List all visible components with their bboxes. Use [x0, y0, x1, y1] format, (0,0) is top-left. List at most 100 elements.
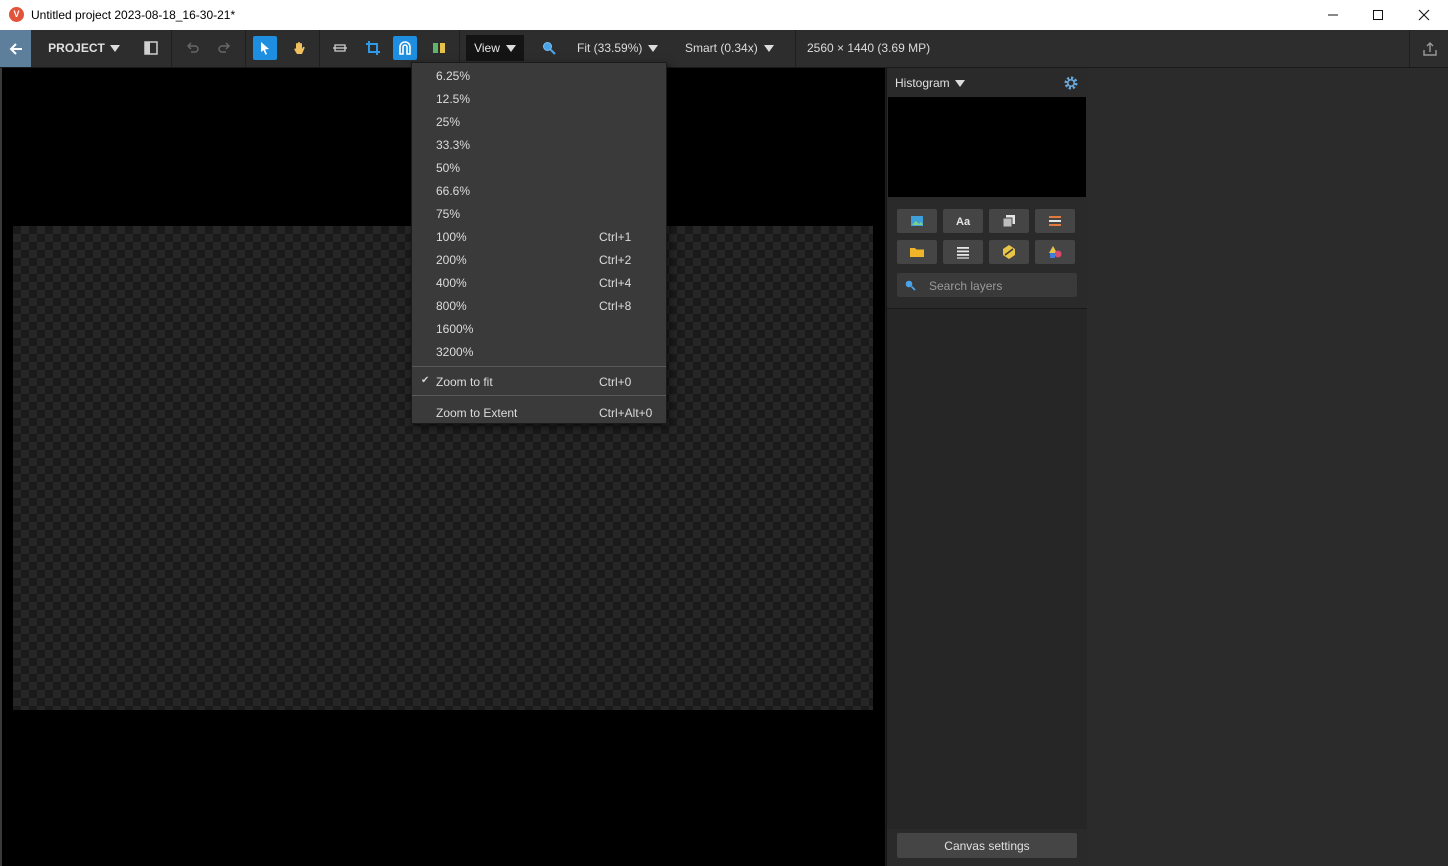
zoom-menu-item[interactable]: 50% [412, 156, 666, 179]
snapping-toggle-button[interactable] [393, 36, 417, 60]
shapes-icon [1049, 246, 1062, 258]
add-image-layer-button[interactable] [897, 209, 937, 233]
histogram-label: Histogram [895, 76, 950, 90]
zoom-menu-item[interactable]: 66.6% [412, 179, 666, 202]
pan-tool-button[interactable] [287, 36, 311, 60]
resampling-dropdown[interactable]: Smart (0.34x) [685, 41, 774, 55]
chevron-down-icon [648, 44, 659, 52]
app-logo-icon: V [9, 7, 24, 22]
compare-view-button[interactable] [427, 36, 451, 60]
split-view-icon [433, 43, 445, 53]
duplicate-layer-button[interactable] [989, 209, 1029, 233]
mask-icon [1003, 245, 1015, 259]
zoom-menu-item[interactable]: 25% [412, 110, 666, 133]
flip-icon [333, 44, 347, 52]
zoom-menu-item[interactable]: 33.3% [412, 133, 666, 156]
zoom-level-label: Fit (33.59%) [577, 41, 643, 55]
chevron-down-icon [109, 44, 120, 52]
zoom-menu-item-shortcut: Ctrl+0 [599, 375, 632, 389]
add-folder-button[interactable] [897, 240, 937, 264]
zoom-dropdown-menu: 6.25% 12.5% 25% 33.3% 50% 66.6% 75% 100% Ctrl+1 2… [411, 62, 667, 424]
arrow-left-icon [9, 42, 22, 55]
select-tool-button[interactable] [253, 36, 277, 60]
close-icon [1418, 9, 1430, 21]
export-button[interactable] [1409, 30, 1448, 67]
redo-button[interactable] [213, 36, 237, 60]
title-bar: V Untitled project 2023-08-18_16-30-21* [0, 0, 1448, 30]
zoom-menu-item-label: 66.6% [436, 184, 471, 198]
search-layers-input[interactable] [927, 276, 1071, 296]
project-menu-button[interactable]: PROJECT [40, 35, 128, 61]
toggle-panel-button[interactable] [139, 36, 163, 60]
zoom-menu-item-label: 1600% [436, 322, 474, 336]
transform-tool-button[interactable] [328, 36, 352, 60]
image-icon [911, 216, 923, 226]
maximize-icon [1373, 10, 1383, 20]
search-layers-field[interactable] [897, 273, 1077, 297]
toolbar-separator [319, 30, 320, 67]
zoom-level-dropdown[interactable]: Fit (33.59%) [577, 41, 659, 55]
zoom-menu-item[interactable]: 12.5% [412, 87, 666, 110]
zoom-menu-item[interactable]: 200% Ctrl+2 [412, 248, 666, 271]
zoom-menu-item[interactable]: 800% Ctrl+8 [412, 294, 666, 317]
histogram-header: Histogram [887, 68, 1087, 97]
layers-list[interactable] [887, 309, 1087, 829]
redo-icon [218, 42, 231, 53]
mask-layer-button[interactable] [989, 240, 1029, 264]
zoom-menu-item-label: 6.25% [436, 69, 471, 83]
histogram-menu-button[interactable]: Histogram [895, 76, 965, 90]
right-panel: Histogram Aa Search layers Canvas settin… [886, 68, 1088, 866]
right-dock-area [1087, 68, 1448, 866]
histogram-display [888, 97, 1086, 197]
menu-separator [412, 395, 666, 396]
canvas-dimensions-label: 2560 × 1440 (3.69 MP) [807, 41, 931, 55]
zoom-menu-item-label: 33.3% [436, 138, 471, 152]
magnifier-icon [543, 42, 556, 55]
add-text-layer-button[interactable]: Aa [943, 209, 983, 233]
zoom-menu-item-shortcut: Ctrl+Alt+0 [599, 406, 653, 420]
canvas-settings-button[interactable]: Canvas settings [897, 833, 1077, 858]
close-button[interactable] [1401, 0, 1447, 30]
resampling-label: Smart (0.34x) [685, 41, 758, 55]
zoom-menu-item-label: 25% [436, 115, 461, 129]
zoom-to-extent-item[interactable]: Zoom to Extent Ctrl+Alt+0 [412, 401, 666, 424]
zoom-menu-item-shortcut: Ctrl+2 [599, 253, 632, 267]
zoom-menu-item-label: 75% [436, 207, 461, 221]
zoom-to-fit-item[interactable]: ✔ Zoom to fit Ctrl+0 [412, 370, 666, 393]
text-icon: Aa [956, 216, 971, 228]
zoom-menu-item[interactable]: 75% [412, 202, 666, 225]
zoom-menu-item-label: Zoom to Extent [436, 406, 518, 420]
zoom-menu-item[interactable]: 100% Ctrl+1 [412, 225, 666, 248]
undo-button[interactable] [180, 36, 204, 60]
export-icon [1422, 41, 1437, 56]
zoom-menu-item-shortcut: Ctrl+8 [599, 299, 632, 313]
zoom-menu-item-shortcut: Ctrl+1 [599, 230, 632, 244]
crop-icon [366, 41, 380, 55]
zoom-menu-item-label: 800% [436, 299, 467, 313]
main-toolbar: PROJECT View Fit (33.59%) Smart (0.34x) … [0, 30, 1448, 68]
list-icon [957, 247, 969, 259]
minimize-button[interactable] [1310, 0, 1356, 30]
gear-icon[interactable] [1063, 75, 1079, 91]
filters-button[interactable] [1035, 240, 1075, 264]
magnet-icon [399, 41, 411, 55]
layer-list-button[interactable] [943, 240, 983, 264]
zoom-menu-item[interactable]: 1600% [412, 317, 666, 340]
zoom-menu-item[interactable]: 400% Ctrl+4 [412, 271, 666, 294]
crop-tool-button[interactable] [361, 36, 385, 60]
svg-text:Aa: Aa [956, 216, 971, 228]
zoom-menu-item-label: Zoom to fit [436, 375, 493, 389]
zoom-tool-button[interactable] [537, 36, 561, 60]
zoom-menu-item-label: 50% [436, 161, 461, 175]
view-menu-button[interactable]: View [466, 35, 524, 61]
adjustments-button[interactable] [1035, 209, 1075, 233]
zoom-menu-item[interactable]: 3200% [412, 340, 666, 363]
view-label: View [474, 41, 500, 55]
sidebar-panel-icon [144, 41, 158, 55]
folder-icon [910, 248, 924, 257]
maximize-button[interactable] [1355, 0, 1401, 30]
back-button[interactable] [0, 30, 31, 67]
toolbar-separator [171, 30, 172, 67]
toolbar-separator [245, 30, 246, 67]
zoom-menu-item[interactable]: 6.25% [412, 64, 666, 87]
